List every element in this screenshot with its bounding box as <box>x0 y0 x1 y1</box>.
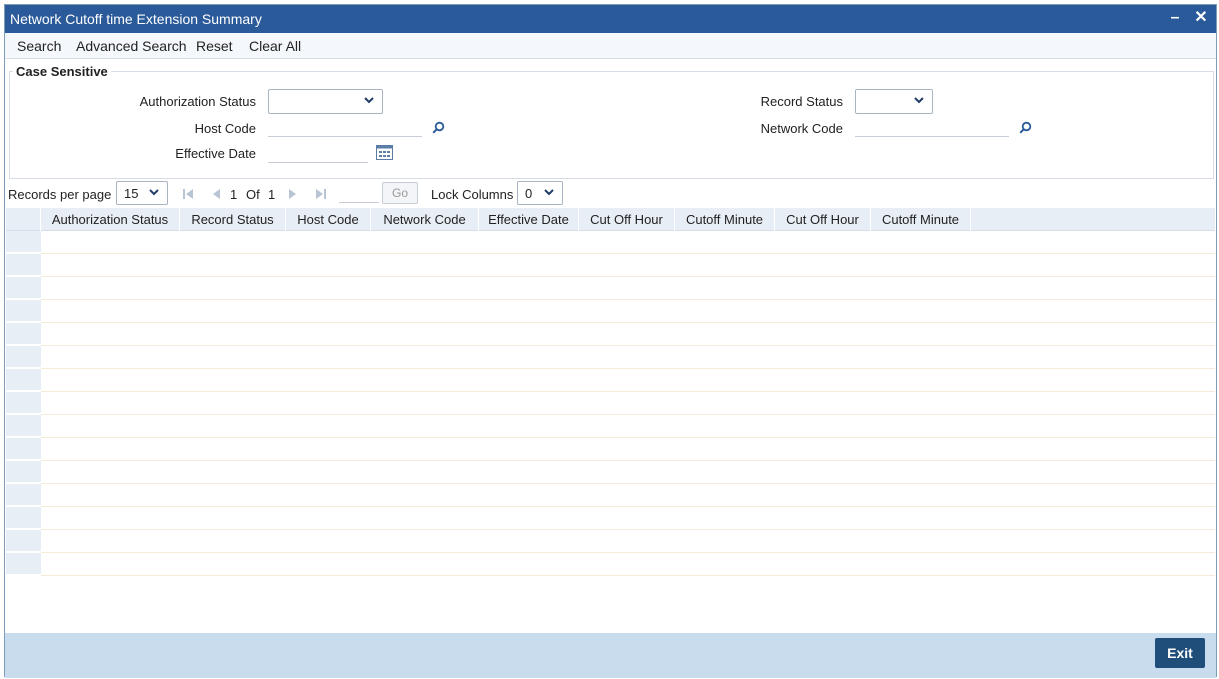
chevron-down-icon <box>149 189 159 196</box>
column-header[interactable]: Record Status <box>180 208 286 231</box>
row-selector[interactable] <box>6 415 41 437</box>
row-selector[interactable] <box>6 530 41 552</box>
close-button[interactable]: ✕ <box>1192 9 1210 27</box>
clear-all-button[interactable]: Clear All <box>249 38 301 54</box>
table-row[interactable] <box>41 415 1215 438</box>
column-header[interactable]: Effective Date <box>479 208 579 231</box>
row-selector[interactable] <box>6 277 41 299</box>
lock-columns-value: 0 <box>525 186 533 201</box>
grid-header: Authorization Status Record Status Host … <box>6 208 1215 231</box>
select-all-header[interactable] <box>6 208 41 231</box>
column-header[interactable]: Authorization Status <box>41 208 180 231</box>
pager-bar: Records per page 15 1 Of 1 Lock Columns … <box>5 179 1216 207</box>
row-selector[interactable] <box>6 300 41 322</box>
table-row[interactable] <box>41 254 1215 277</box>
lock-columns-label: Lock Columns <box>431 187 514 202</box>
table-row[interactable] <box>41 530 1215 553</box>
summary-window: Network Cutoff time Extension Summary – … <box>4 4 1217 678</box>
table-row[interactable] <box>41 438 1215 461</box>
row-selector[interactable] <box>6 461 41 483</box>
minimize-button[interactable]: – <box>1166 9 1184 27</box>
records-per-page-select[interactable]: 15 <box>116 181 168 205</box>
table-row[interactable] <box>41 507 1215 530</box>
window-title: Network Cutoff time Extension Summary <box>10 11 262 27</box>
effective-date-input[interactable] <box>268 141 368 163</box>
column-header[interactable]: Cutoff Minute <box>871 208 971 231</box>
advanced-search-button[interactable]: Advanced Search <box>76 38 187 54</box>
records-per-page-value: 15 <box>124 186 139 201</box>
exit-button[interactable]: Exit <box>1155 638 1205 668</box>
goto-page-input[interactable] <box>339 183 379 203</box>
total-pages: 1 <box>268 187 276 202</box>
column-header[interactable]: Cut Off Hour <box>579 208 675 231</box>
next-page-icon[interactable] <box>287 188 299 200</box>
calendar-icon[interactable] <box>376 144 393 160</box>
column-header[interactable]: Cutoff Minute <box>675 208 775 231</box>
records-per-page-label: Records per page <box>8 187 112 202</box>
authorization-status-label: Authorization Status <box>139 94 256 109</box>
host-code-label: Host Code <box>194 121 256 136</box>
network-code-input[interactable] <box>855 115 1009 137</box>
table-row[interactable] <box>41 392 1215 415</box>
row-selector[interactable] <box>6 507 41 529</box>
go-button[interactable]: Go <box>382 182 418 204</box>
effective-date-label: Effective Date <box>175 146 256 161</box>
search-button[interactable]: Search <box>17 38 61 54</box>
footer-bar <box>5 633 1216 678</box>
case-sensitive-legend: Case Sensitive <box>13 64 111 79</box>
row-selector[interactable] <box>6 231 41 253</box>
table-row[interactable] <box>41 277 1215 300</box>
host-code-input[interactable] <box>268 115 422 137</box>
search-icon[interactable] <box>432 121 445 134</box>
network-code-label: Network Code <box>760 121 843 136</box>
search-icon[interactable] <box>1019 121 1032 134</box>
row-selector[interactable] <box>6 323 41 345</box>
table-row[interactable] <box>41 231 1215 254</box>
toolbar: Search Advanced Search Reset Clear All <box>5 33 1216 59</box>
column-header[interactable]: Host Code <box>286 208 371 231</box>
lock-columns-select[interactable]: 0 <box>517 181 563 205</box>
row-selector[interactable] <box>6 484 41 506</box>
row-selector[interactable] <box>6 346 41 368</box>
table-row[interactable] <box>41 369 1215 392</box>
row-selector[interactable] <box>6 553 41 575</box>
row-selector[interactable] <box>6 254 41 276</box>
record-status-label: Record Status <box>760 94 843 109</box>
row-selector[interactable] <box>6 438 41 460</box>
table-row[interactable] <box>41 346 1215 369</box>
authorization-status-select[interactable] <box>268 89 383 114</box>
table-row[interactable] <box>41 484 1215 507</box>
last-page-icon[interactable] <box>315 188 327 200</box>
record-status-select[interactable] <box>855 89 933 114</box>
chevron-down-icon <box>544 189 554 196</box>
chevron-down-icon <box>364 97 374 104</box>
row-selector[interactable] <box>6 369 41 391</box>
prev-page-icon[interactable] <box>210 188 222 200</box>
chevron-down-icon <box>914 97 924 104</box>
table-row[interactable] <box>41 553 1215 576</box>
title-bar: Network Cutoff time Extension Summary – … <box>5 5 1216 33</box>
reset-button[interactable]: Reset <box>196 38 233 54</box>
row-selector[interactable] <box>6 392 41 414</box>
of-label: Of <box>246 187 260 202</box>
table-row[interactable] <box>41 461 1215 484</box>
table-row[interactable] <box>41 323 1215 346</box>
first-page-icon[interactable] <box>182 188 194 200</box>
table-row[interactable] <box>41 300 1215 323</box>
column-header[interactable]: Network Code <box>371 208 479 231</box>
current-page: 1 <box>230 187 238 202</box>
column-header[interactable]: Cut Off Hour <box>775 208 871 231</box>
